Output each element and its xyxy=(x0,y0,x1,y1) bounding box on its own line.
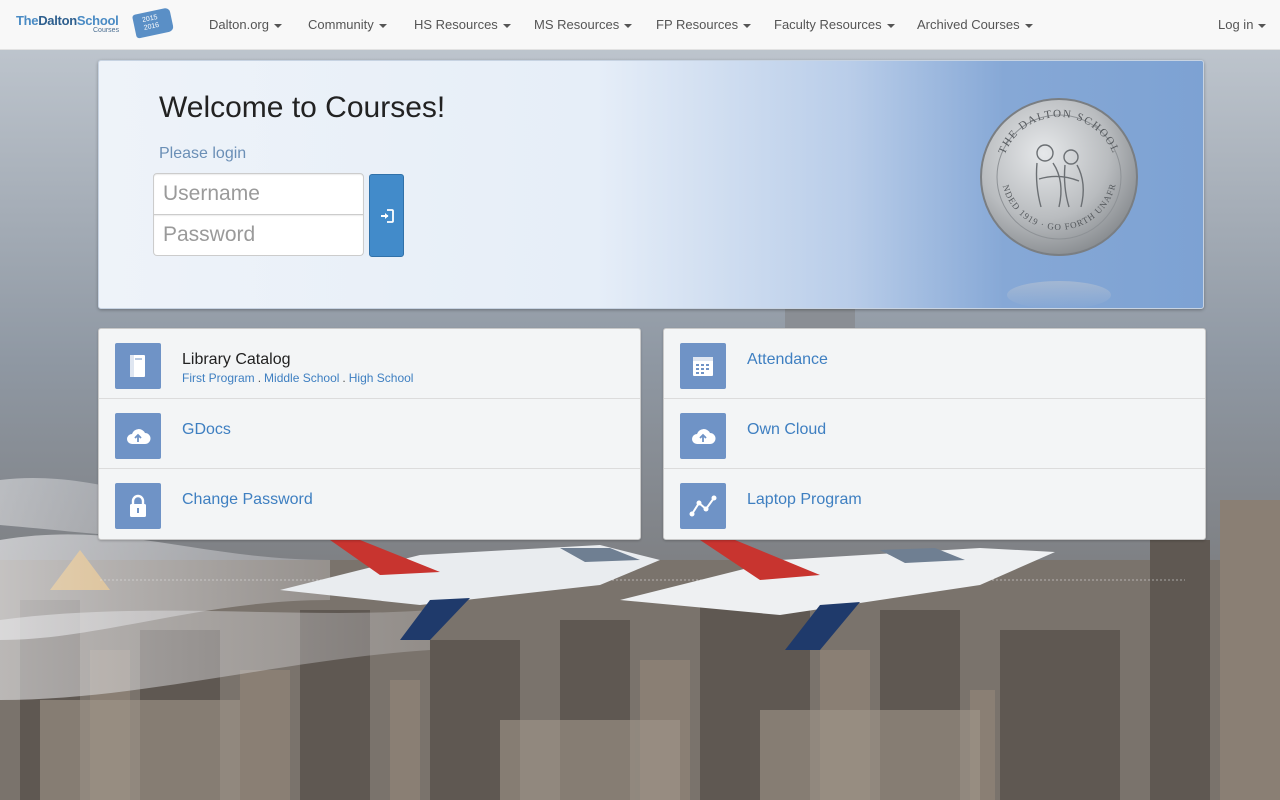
list-item-attendance[interactable]: Attendance xyxy=(664,329,1205,399)
caret-down-icon xyxy=(1258,23,1267,28)
own-cloud-link[interactable]: Own Cloud xyxy=(747,421,826,439)
login-submit-button[interactable] xyxy=(369,174,404,257)
attendance-link[interactable]: Attendance xyxy=(747,351,828,369)
nav-ms-resources[interactable]: MS Resources xyxy=(534,0,633,50)
list-item-change-password[interactable]: Change Password xyxy=(99,469,640,539)
lock-icon[interactable] xyxy=(115,483,161,529)
caret-down-icon xyxy=(273,23,282,28)
nav-community[interactable]: Community xyxy=(308,0,387,50)
page-title: Welcome to Courses! xyxy=(159,91,446,124)
caret-down-icon xyxy=(624,23,633,28)
gdocs-link[interactable]: GDocs xyxy=(182,421,231,439)
username-input[interactable] xyxy=(153,173,364,215)
caret-down-icon xyxy=(743,23,752,28)
cloud-upload-icon[interactable] xyxy=(680,413,726,459)
library-catalog-title: Library Catalog xyxy=(182,351,291,368)
stats-icon[interactable] xyxy=(680,483,726,529)
school-seal-image: THE DALTON SCHOOL FOUNDED 1919 · GO FORT… xyxy=(975,87,1139,315)
list-item-library-catalog: Library Catalog First Program. Middle Sch… xyxy=(99,329,640,399)
nav-faculty-resources[interactable]: Faculty Resources xyxy=(774,0,895,50)
list-item-own-cloud[interactable]: Own Cloud xyxy=(664,399,1205,469)
nav-hs-resources[interactable]: HS Resources xyxy=(414,0,511,50)
nav-archived-courses[interactable]: Archived Courses xyxy=(917,0,1033,50)
top-navbar: TheDaltonSchool Courses 2015 2016 Dalton.… xyxy=(0,0,1280,50)
nav-log-in[interactable]: Log in xyxy=(1218,0,1267,50)
nav-dalton-org[interactable]: Dalton.org xyxy=(209,0,282,50)
welcome-panel: Welcome to Courses! Please login Usernam… xyxy=(98,60,1204,309)
caret-down-icon xyxy=(886,23,895,28)
caret-down-icon xyxy=(1024,23,1033,28)
change-password-link[interactable]: Change Password xyxy=(182,491,313,509)
laptop-program-link[interactable]: Laptop Program xyxy=(747,491,862,509)
link-first-program[interactable]: First Program xyxy=(182,371,255,385)
sign-in-icon xyxy=(380,208,394,223)
caret-down-icon xyxy=(502,23,511,28)
list-item-laptop-program[interactable]: Laptop Program xyxy=(664,469,1205,539)
library-catalog-links: First Program. Middle School. High School xyxy=(182,371,414,385)
link-high-school[interactable]: High School xyxy=(349,371,414,385)
book-icon[interactable] xyxy=(115,343,161,389)
caret-down-icon xyxy=(378,23,387,28)
calendar-icon[interactable] xyxy=(680,343,726,389)
resources-panel-left: Library Catalog First Program. Middle Sch… xyxy=(98,328,641,540)
login-prompt: Please login xyxy=(159,145,247,162)
cloud-upload-icon[interactable] xyxy=(115,413,161,459)
nav-fp-resources[interactable]: FP Resources xyxy=(656,0,752,50)
login-form xyxy=(153,173,364,257)
resources-panel-right: Attendance Own Cloud Laptop Program xyxy=(663,328,1206,540)
link-middle-school[interactable]: Middle School xyxy=(264,371,339,385)
password-input[interactable] xyxy=(153,215,364,256)
list-item-gdocs[interactable]: GDocs xyxy=(99,399,640,469)
